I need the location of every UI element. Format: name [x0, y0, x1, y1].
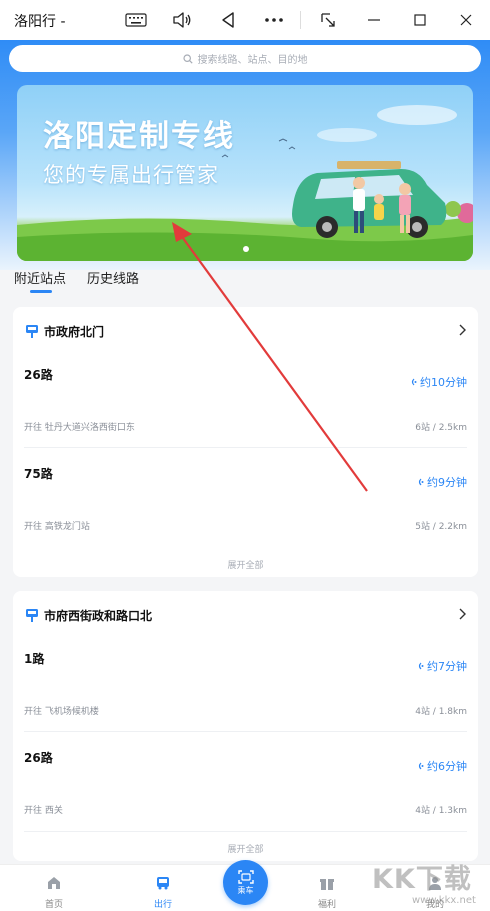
- nav-home-label: 首页: [44, 900, 63, 910]
- watermark-url: www.kkx.net: [412, 895, 476, 906]
- nav-travel-label: 出行: [153, 900, 172, 910]
- tab-history-routes[interactable]: 历史线路: [87, 268, 139, 294]
- route-eta: 约6分钟: [416, 758, 467, 774]
- search-icon: [182, 53, 193, 64]
- station-tabs: 附近站点 历史线路: [14, 268, 139, 294]
- route-eta: 约10分钟: [409, 374, 467, 390]
- route-number[interactable]: 26路: [24, 749, 53, 766]
- route-divider: [24, 447, 467, 448]
- route-divider: [24, 831, 467, 832]
- stop-name: 市政府北门: [44, 325, 105, 339]
- home-icon: [48, 877, 60, 889]
- route-eta: 约9分钟: [416, 474, 467, 490]
- watermark-text: KK下载: [372, 864, 472, 895]
- nav-welfare-label: 福利: [317, 900, 336, 910]
- eta-text: 约10分钟: [420, 376, 467, 389]
- route-destination: 开往 牡丹大道兴洛西街口东: [24, 423, 135, 433]
- titlebar-divider: [300, 11, 301, 29]
- eta-text: 约7分钟: [427, 660, 467, 673]
- signal-icon: [418, 662, 424, 670]
- watermark: KK下载 www.kkx.net: [372, 857, 490, 911]
- nav-home[interactable]: 首页: [24, 875, 84, 910]
- close-icon[interactable]: [452, 6, 480, 34]
- search-placeholder: 搜索线路、站点、目的地: [197, 55, 308, 66]
- route-eta: 约7分钟: [416, 658, 467, 674]
- route-distance: 5站 / 2.2km: [415, 522, 467, 532]
- eta-text: 约9分钟: [427, 476, 467, 489]
- more-icon[interactable]: [260, 6, 288, 34]
- stop-header[interactable]: 市政府北门: [13, 321, 478, 341]
- promo-banner[interactable]: 洛阳定制专线 您的专属出行管家: [17, 85, 473, 261]
- route-destination: 开往 高铁龙门站: [24, 522, 90, 532]
- minimize-icon[interactable]: [360, 6, 388, 34]
- carousel-indicator[interactable]: [243, 246, 249, 252]
- chevron-right-icon[interactable]: [456, 607, 468, 621]
- search-input[interactable]: 搜索线路、站点、目的地: [9, 45, 481, 72]
- window-title: 洛阳行 -: [14, 14, 66, 30]
- gift-icon: [320, 879, 334, 890]
- window-titlebar: 洛阳行 -: [0, 0, 490, 40]
- ride-button[interactable]: 乘车: [223, 860, 268, 905]
- stop-header[interactable]: 市府西街政和路口北: [13, 605, 478, 625]
- route-destination: 开往 西关: [24, 806, 63, 816]
- maximize-icon[interactable]: [406, 6, 434, 34]
- banner-subtitle: 您的专属出行管家: [43, 163, 219, 187]
- nav-welfare[interactable]: 福利: [297, 875, 357, 910]
- bus-icon: [157, 877, 169, 890]
- eta-text: 约6分钟: [427, 760, 467, 773]
- route-number[interactable]: 26路: [24, 366, 53, 383]
- expand-all-button[interactable]: 展开全部: [13, 842, 478, 855]
- route-divider: [24, 731, 467, 732]
- volume-icon[interactable]: [168, 6, 196, 34]
- route-distance: 6站 / 2.5km: [415, 423, 467, 433]
- route-distance: 4站 / 1.3km: [415, 806, 467, 816]
- keyboard-icon[interactable]: [122, 6, 150, 34]
- bus-stop-icon: [26, 609, 38, 622]
- stop-card: 市政府北门 26路 约10分钟 开往 牡丹大道兴洛西街口东 6站 / 2.5km…: [13, 307, 478, 577]
- ride-button-label: 乘车: [237, 885, 254, 895]
- stop-card: 市府西街政和路口北 1路 约7分钟 开往 飞机场候机楼 4站 / 1.8km 2…: [13, 591, 478, 861]
- stop-name: 市府西街政和路口北: [44, 609, 153, 623]
- banner-title: 洛阳定制专线: [43, 119, 235, 154]
- route-number[interactable]: 1路: [24, 650, 44, 667]
- nav-travel[interactable]: 出行: [133, 875, 193, 910]
- route-distance: 4站 / 1.8km: [415, 707, 467, 717]
- signal-icon: [418, 478, 424, 486]
- route-number[interactable]: 75路: [24, 465, 53, 482]
- route-destination: 开往 飞机场候机楼: [24, 707, 99, 717]
- chevron-right-icon[interactable]: [456, 323, 468, 337]
- scan-icon: [237, 869, 254, 884]
- expand-all-button[interactable]: 展开全部: [13, 558, 478, 571]
- signal-icon: [418, 762, 424, 770]
- bus-stop-icon: [26, 325, 38, 338]
- signal-icon: [411, 378, 417, 386]
- pin-window-icon[interactable]: [314, 6, 342, 34]
- tab-nearby-stops[interactable]: 附近站点: [14, 268, 66, 294]
- back-icon[interactable]: [214, 6, 242, 34]
